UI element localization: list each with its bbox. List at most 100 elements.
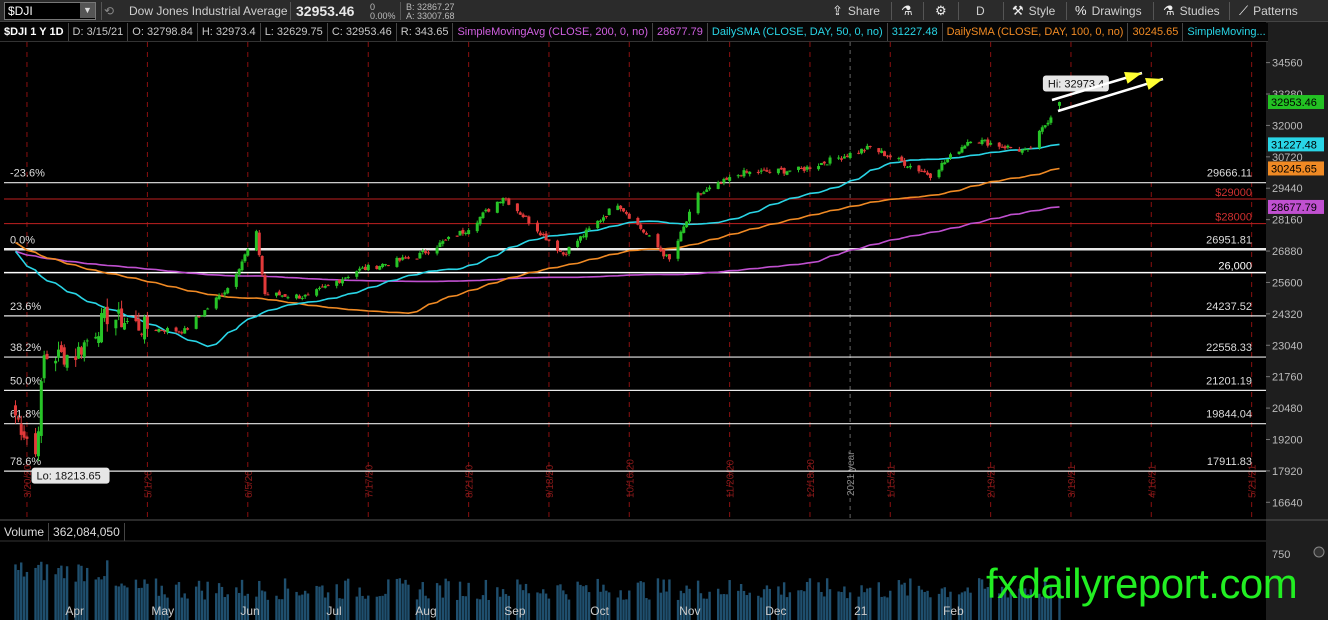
- candle-body: [515, 203, 519, 212]
- volume-bar: [120, 583, 123, 620]
- candle-body: [214, 297, 218, 309]
- candle-body: [36, 431, 40, 457]
- candle-body: [467, 230, 471, 235]
- volume-bar: [877, 582, 880, 620]
- candle-body: [696, 192, 700, 214]
- volume-bar: [628, 590, 631, 620]
- candle-body: [564, 253, 568, 255]
- volume-bar: [200, 590, 204, 620]
- volume-bar: [17, 569, 20, 620]
- volume-bar: [34, 567, 37, 620]
- date-marker-label: 5/21/21: [1248, 464, 1259, 498]
- price-axis-label: 25600: [1272, 277, 1303, 289]
- candle-body: [358, 268, 362, 271]
- candle-body: [840, 158, 844, 160]
- volume-bar: [143, 579, 146, 620]
- date-marker-label: 6/5/20: [244, 470, 255, 498]
- volume-bar: [346, 578, 350, 620]
- volume-bar: [106, 560, 109, 620]
- candle-body: [917, 165, 921, 172]
- volume-bar: [843, 586, 846, 620]
- candle-body: [1057, 102, 1061, 106]
- candle-body: [926, 172, 930, 175]
- volume-bar: [636, 582, 640, 620]
- volume-bar: [880, 596, 883, 620]
- candle-body: [246, 249, 250, 256]
- volume-bar: [275, 595, 278, 620]
- candle-body: [306, 294, 310, 296]
- candle-body: [547, 239, 551, 241]
- volume-bar: [174, 584, 178, 620]
- volume-bar: [123, 585, 126, 620]
- candle-body: [1029, 147, 1033, 149]
- volume-bar: [966, 587, 969, 620]
- price-axis-label: 28160: [1272, 215, 1303, 227]
- candle-body: [541, 233, 545, 235]
- candle-body: [223, 292, 227, 295]
- price-axis-label: 21760: [1272, 372, 1303, 384]
- candle-body: [722, 178, 726, 183]
- volume-bar: [622, 599, 625, 620]
- volume-bar: [567, 599, 571, 620]
- candle-body: [1000, 146, 1004, 148]
- volume-bar: [837, 591, 840, 620]
- volume-bar: [180, 597, 184, 620]
- date-marker-label: 11/20/20: [726, 459, 737, 498]
- volume-bar: [544, 593, 548, 620]
- volume-bar: [487, 599, 490, 620]
- candle-body: [705, 189, 709, 192]
- candle-body: [527, 216, 531, 224]
- candle-body: [340, 279, 344, 284]
- volume-bar: [395, 578, 399, 620]
- candle-body: [860, 148, 864, 154]
- volume-bar: [564, 594, 568, 620]
- volume-bar: [306, 593, 310, 620]
- volume-bar: [25, 571, 29, 620]
- candle-body: [504, 198, 508, 200]
- candle-body: [82, 342, 86, 358]
- study-sma100-label[interactable]: DailySMA (CLOSE, DAY, 100, 0, no): [943, 23, 1129, 41]
- x-axis-month-label: Sep: [504, 604, 526, 618]
- study-more-label[interactable]: SimpleMoving...: [1183, 23, 1268, 41]
- candle-body: [837, 157, 841, 159]
- candle-body: [897, 158, 901, 160]
- volume-bar: [384, 593, 387, 620]
- candle-body: [266, 294, 270, 296]
- price-chart[interactable]: 3/20/20 5/1/20 6/5/20 7/17/20 8/21/20 9/18/20…: [0, 0, 1328, 620]
- study-sma50-label[interactable]: DailySMA (CLOSE, DAY, 50, 0, no): [708, 23, 888, 41]
- candle-body: [444, 239, 448, 241]
- candle-body: [435, 247, 439, 254]
- candle-body: [56, 349, 60, 358]
- volume-bar: [728, 580, 731, 620]
- volume-bar: [559, 584, 562, 620]
- volume-bar: [444, 578, 447, 620]
- study-sma200-label[interactable]: SimpleMovingAvg (CLOSE, 200, 0, no): [453, 23, 654, 41]
- volume-bar: [301, 594, 304, 620]
- candle-body: [682, 226, 686, 233]
- candle-body: [656, 234, 660, 248]
- volume-bar: [828, 589, 832, 620]
- candle-body: [742, 170, 746, 177]
- candle-body: [739, 175, 743, 177]
- volume-bar: [117, 586, 120, 620]
- price-pane: [4, 42, 1266, 518]
- candle-body: [203, 310, 207, 316]
- candle-body: [986, 139, 990, 146]
- volume-bar: [748, 592, 751, 620]
- candle-body: [122, 323, 126, 330]
- candle-body: [260, 255, 264, 275]
- price-axis-label: 32000: [1272, 120, 1303, 132]
- candle-body: [768, 171, 772, 173]
- volume-bar: [478, 599, 482, 620]
- candle-body: [808, 167, 812, 169]
- volume-bar: [929, 597, 932, 620]
- candle-body: [716, 182, 720, 189]
- candle-body: [903, 160, 907, 166]
- x-axis-month-label: Dec: [765, 604, 786, 618]
- volume-collapse-icon: [1313, 546, 1325, 558]
- volume-header: Volume 362,084,050: [0, 523, 125, 541]
- chart-info-bar: $DJI 1 Y 1D D: 3/15/21 O: 32798.84 H: 32973…: [0, 23, 1268, 42]
- candle-body: [177, 331, 181, 333]
- candle-body: [679, 231, 683, 242]
- candle-body: [22, 431, 26, 438]
